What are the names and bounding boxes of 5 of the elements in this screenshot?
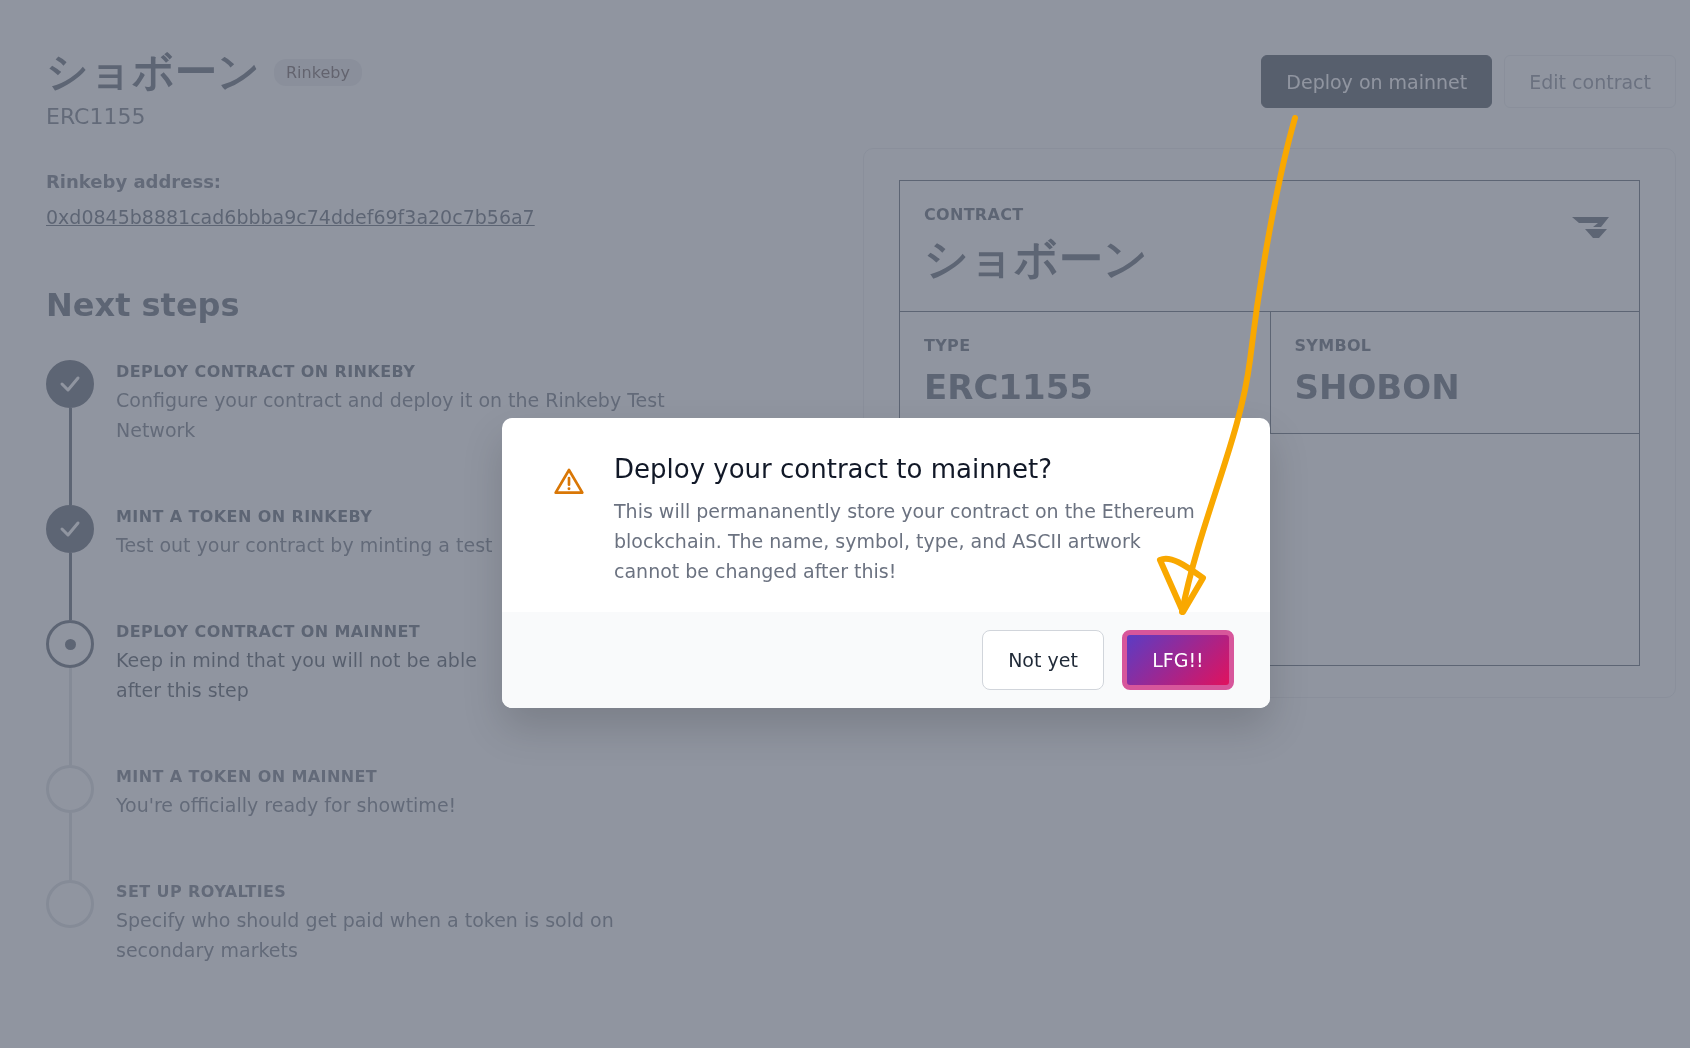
step-description: Keep in mind that you will not be able after this step [116,648,477,703]
dialog-message: This will permananently store your contract on the Ethereum blockchain. The name, symbol, type, and ASCII artwork cannot be changed after this! [614,499,1196,584]
confirm-button[interactable]: LFG!! [1122,630,1234,690]
cancel-button[interactable]: Not yet [982,630,1104,690]
dialog-title: Deploy your contract to mainnet? [614,454,1054,484]
